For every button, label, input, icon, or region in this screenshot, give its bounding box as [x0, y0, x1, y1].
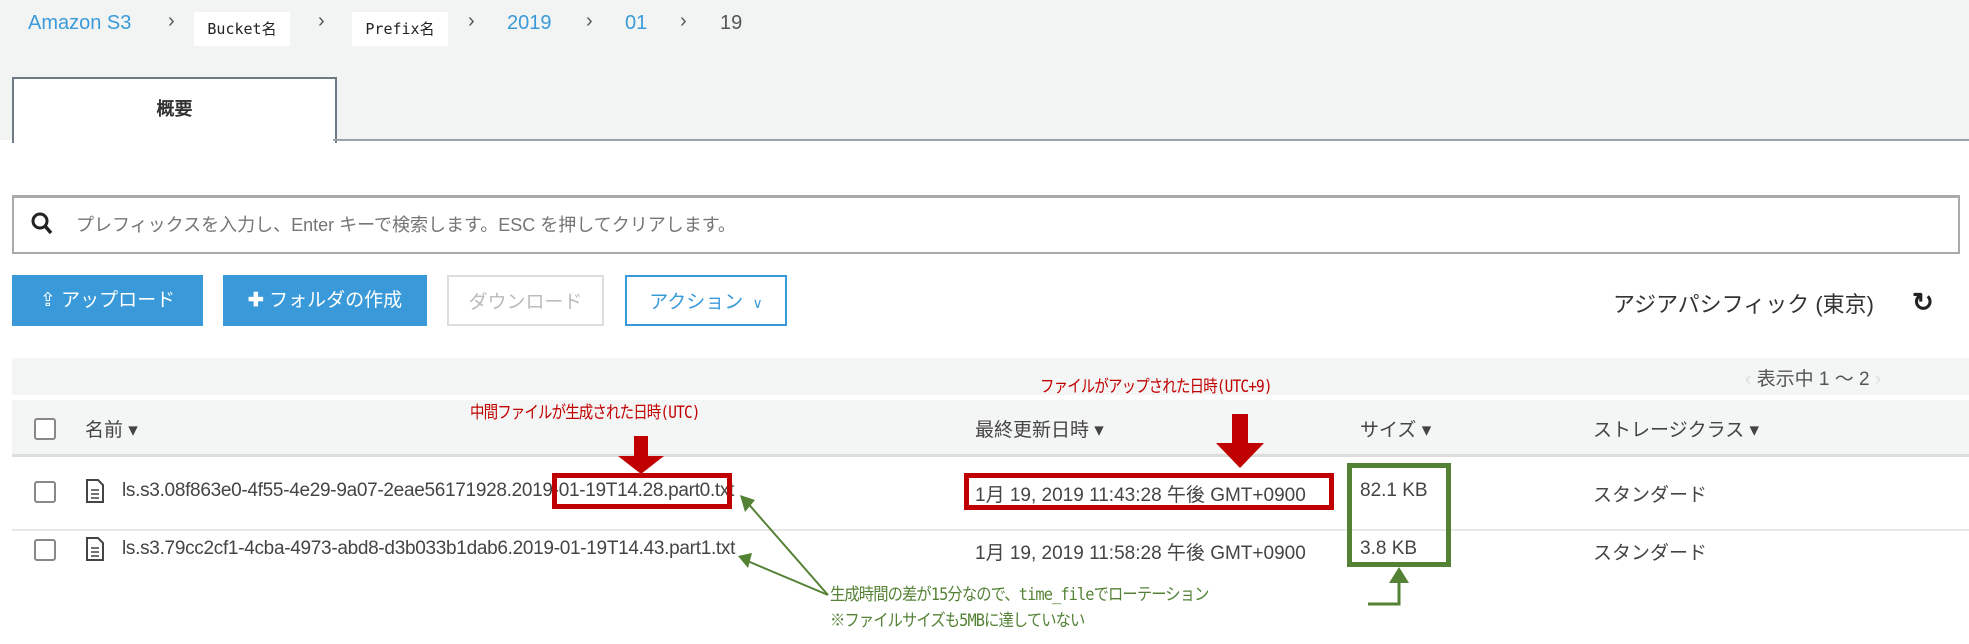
annotation-arrows	[618, 414, 1409, 606]
annotation-note-line1: 生成時間の差が15分なので、time_fileでローテーション	[830, 585, 1209, 605]
red-arrow-icon	[618, 436, 664, 474]
annotation-note-line2: ※ファイルサイズも5MBに達していない	[830, 611, 1085, 631]
red-arrow-icon	[1216, 414, 1264, 468]
